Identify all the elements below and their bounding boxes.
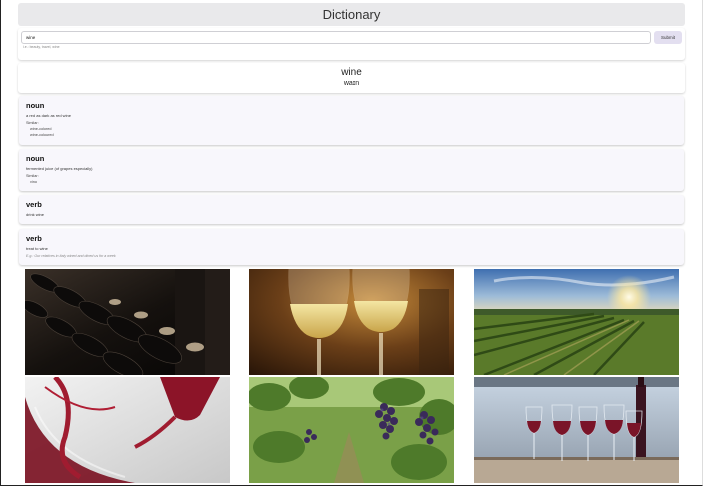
page-title: Dictionary	[322, 7, 381, 22]
grape-vines-photo[interactable]	[249, 377, 454, 483]
definition-example: E.g.: Our relatives in Italy wined and d…	[26, 254, 116, 258]
part-of-speech: noun	[26, 154, 45, 163]
white-wine-glasses-photo[interactable]	[249, 269, 454, 375]
word-phonetic: waɪn	[343, 80, 360, 87]
part-of-speech: noun	[26, 101, 45, 110]
red-wine-glasses-table-photo[interactable]	[474, 377, 679, 483]
vineyard-sunset-photo[interactable]	[474, 269, 679, 375]
part-of-speech: verb	[26, 234, 42, 243]
word-card: wine waɪn	[18, 63, 685, 93]
submit-button[interactable]: Submit	[654, 31, 682, 44]
definition-card: verb treat to wine E.g.: Our relatives i…	[19, 229, 684, 265]
similar-word: vino	[30, 180, 37, 184]
definition-card: noun fermented juice (of grapes especial…	[19, 149, 684, 191]
red-wine-pour-photo[interactable]	[25, 377, 230, 483]
search-hint: i.e.: beauty, travel, wine	[23, 45, 60, 49]
word-title: wine	[341, 67, 362, 78]
search-input[interactable]	[21, 31, 651, 44]
definition-card: verb drink wine	[19, 195, 684, 224]
definition-text: treat to wine	[26, 246, 48, 251]
definition-text: fermented juice (of grapes especially)	[26, 166, 93, 171]
similar-word: wine-coloured	[30, 133, 54, 137]
definition-text: a red as dark as red wine	[26, 113, 71, 118]
search-card: Submit i.e.: beauty, travel, wine	[18, 28, 685, 60]
definition-text: drink wine	[26, 212, 45, 217]
definition-card: noun a red as dark as red wine Similar: …	[19, 96, 684, 145]
part-of-speech: verb	[26, 200, 42, 209]
page-header: Dictionary	[18, 3, 685, 26]
wine-cellar-bottles-photo[interactable]	[25, 269, 230, 375]
